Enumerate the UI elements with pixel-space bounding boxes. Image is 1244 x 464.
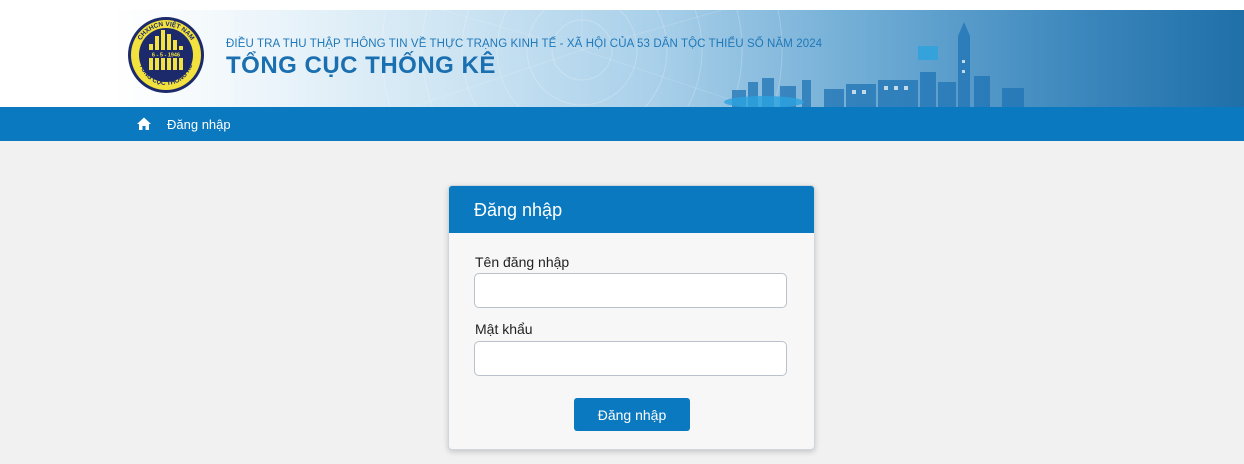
gso-logo: 6 - 5 - 1946 CHXHCN VIỆT NAM TỔNG CỤC TH… [127,16,205,94]
login-panel-title: Đăng nhập [474,200,563,220]
username-label: Tên đăng nhập [475,254,570,270]
nav-bar: Đăng nhập [0,107,1244,141]
login-panel: Đăng nhập Tên đăng nhập Mật khẩu Đăng nh… [448,185,815,450]
logo-date: 6 - 5 - 1946 [152,53,180,59]
org-title: TỔNG CỤC THỐNG KÊ [226,52,496,79]
home-icon[interactable] [136,116,152,132]
login-button[interactable]: Đăng nhập [574,398,690,431]
breadcrumb-login-link[interactable]: Đăng nhập [167,117,231,132]
username-input[interactable] [474,273,787,308]
password-input[interactable] [474,341,787,376]
login-panel-header: Đăng nhập [449,186,814,233]
survey-subtitle: ĐIỀU TRA THU THẬP THÔNG TIN VỀ THỰC TRẠN… [226,38,823,50]
site-header: 6 - 5 - 1946 CHXHCN VIỆT NAM TỔNG CỤC TH… [0,0,1244,107]
password-label: Mật khẩu [475,321,533,337]
